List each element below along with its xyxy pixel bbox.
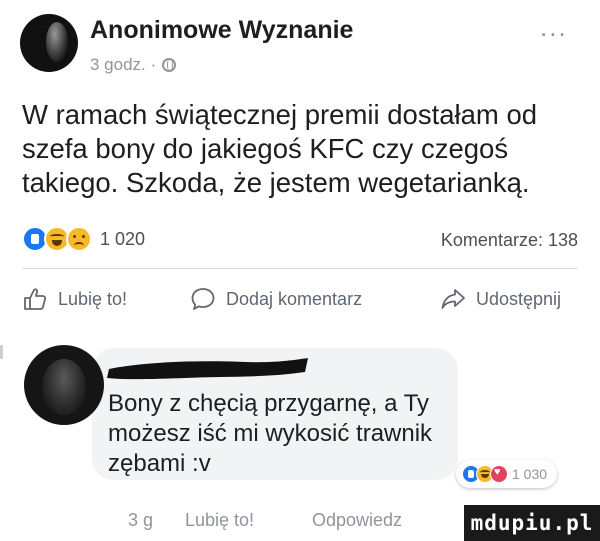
scroll-indicator: [0, 345, 3, 359]
like-button-label: Lubię to!: [58, 288, 128, 309]
comment-button-label: Dodaj komentarz: [226, 288, 363, 309]
share-arrow-icon: [441, 289, 465, 309]
comment-text: Bony z chęcią przygarnę, a Ty możesz iść…: [108, 390, 433, 477]
reaction-count: 1 020: [100, 228, 146, 249]
commenter-avatar[interactable]: [24, 345, 104, 425]
more-options-icon[interactable]: ...: [540, 12, 568, 43]
post-reactions[interactable]: 1 020: [22, 226, 145, 252]
avatar-image: [46, 22, 68, 62]
page-avatar[interactable]: [20, 14, 78, 72]
sad-reaction-icon: [66, 226, 92, 252]
post-meta: 3 godz. ·: [90, 55, 177, 75]
thumbs-up-icon: [24, 288, 47, 310]
globe-icon: [162, 58, 177, 72]
watermark: mdupiu.pl: [464, 505, 600, 541]
comment-like-link[interactable]: Lubię to!: [185, 510, 254, 531]
comment-time[interactable]: 3 g: [128, 510, 153, 531]
commenter-avatar-image: [42, 359, 86, 415]
comment-reactions[interactable]: 1 030: [456, 460, 558, 488]
comments-count[interactable]: Komentarze: 138: [441, 230, 578, 251]
post-author[interactable]: Anonimowe Wyznanie: [90, 16, 353, 45]
share-button[interactable]: Udostępnij: [440, 286, 561, 312]
like-button[interactable]: Lubię to!: [22, 286, 127, 312]
post-time[interactable]: 3 godz. ·: [90, 55, 156, 75]
censored-name-bar: [107, 358, 308, 380]
divider: [22, 268, 578, 269]
comment-reply-link[interactable]: Odpowiedz: [312, 510, 402, 531]
comment-button[interactable]: Dodaj komentarz: [190, 286, 362, 312]
love-reaction-icon: [490, 465, 508, 483]
comment-bubble-icon: [191, 288, 215, 310]
post-text: W ramach świątecznej premii dostałam od …: [22, 99, 538, 198]
share-button-label: Udostępnij: [476, 288, 562, 309]
comment-reaction-count: 1 030: [512, 466, 548, 482]
